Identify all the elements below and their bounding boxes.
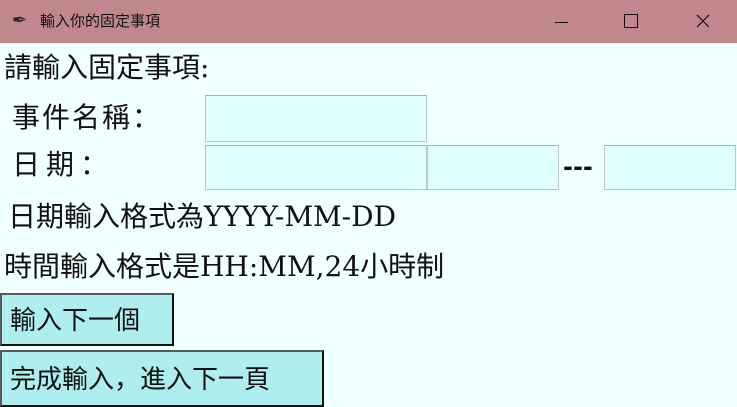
- time-format-hint: 時間輸入格式是HH:MM,24小時制: [4, 250, 445, 283]
- date-format-hint: 日期輸入格式為YYYY-MM-DD: [8, 200, 397, 233]
- event-name-input[interactable]: [205, 95, 427, 142]
- feather-icon: ✒: [12, 10, 28, 31]
- date-year-input[interactable]: [205, 145, 427, 190]
- minimize-icon: [555, 22, 568, 23]
- maximize-button[interactable]: [595, 0, 665, 43]
- date-label: 日期：: [12, 148, 115, 181]
- maximize-icon: [624, 14, 638, 28]
- next-entry-button[interactable]: 輸入下一個: [0, 293, 174, 346]
- date-separator: ---: [563, 153, 593, 181]
- form-heading: 請輸入固定事項:: [4, 51, 210, 84]
- finish-button[interactable]: 完成輸入，進入下一頁: [0, 350, 324, 407]
- window-title: 輸入你的固定事項: [40, 12, 161, 30]
- close-icon: [696, 14, 710, 28]
- date-end-input[interactable]: [604, 145, 736, 190]
- title-bar[interactable]: ✒ 輸入你的固定事項: [0, 0, 737, 43]
- close-button[interactable]: [667, 0, 737, 43]
- event-name-label: 事件名稱：: [12, 101, 163, 134]
- date-month-input[interactable]: [427, 145, 559, 190]
- minimize-button[interactable]: [525, 0, 595, 43]
